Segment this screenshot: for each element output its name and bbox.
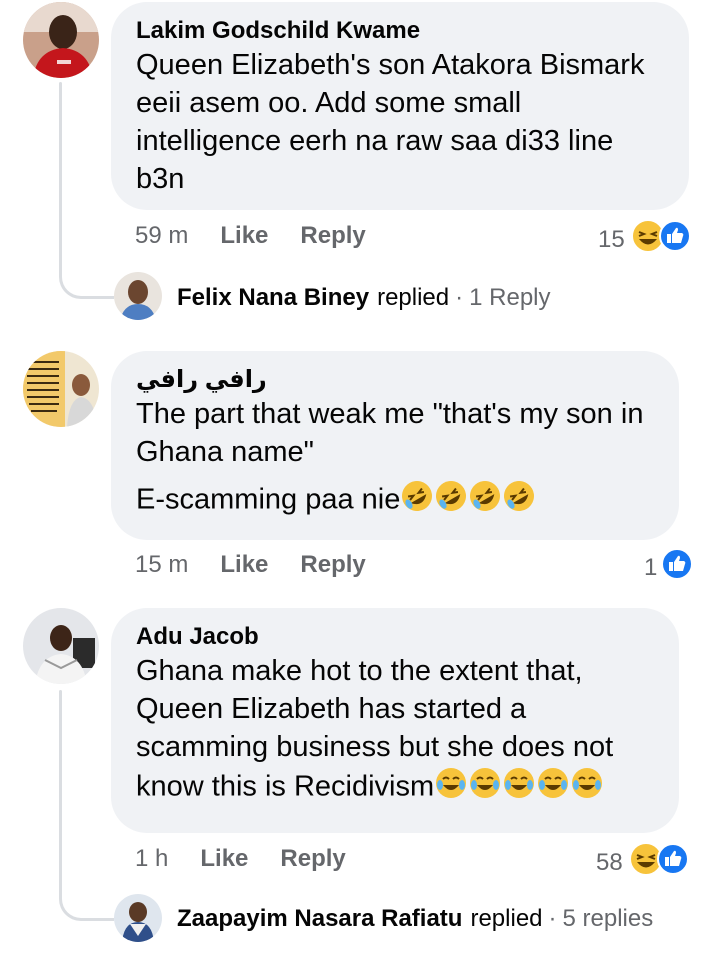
comment-actions: 1 h Like Reply (135, 845, 346, 873)
separator: · (548, 905, 557, 932)
like-button[interactable]: Like (220, 551, 268, 579)
comment-author[interactable]: رافي رافي (136, 365, 653, 395)
comment-bubble: رافي رافي The part that weak me "that's … (111, 351, 679, 540)
reply-button[interactable]: Reply (300, 222, 365, 250)
comment-text: The part that weak me "that's my son in … (136, 395, 653, 523)
avatar[interactable] (23, 351, 99, 427)
reaction-summary[interactable]: 58 (596, 842, 689, 883)
like-icon (658, 220, 691, 259)
like-button[interactable]: Like (220, 222, 268, 250)
reply-button[interactable]: Reply (300, 551, 365, 579)
comment-actions: 15 m Like Reply (135, 551, 366, 579)
comment-text-line: E-scamming paa nie (136, 483, 401, 516)
reply-avatar[interactable] (114, 894, 162, 942)
joy-emoji (536, 766, 570, 810)
reaction-count: 1 (644, 553, 658, 581)
reply-button[interactable]: Reply (280, 845, 345, 873)
timestamp[interactable]: 1 h (135, 845, 168, 873)
avatar[interactable] (23, 608, 99, 684)
view-replies-link[interactable]: Felix Nana Biney replied · 1 Reply (177, 284, 551, 312)
reaction-count: 15 (598, 225, 625, 253)
reaction-count: 58 (596, 848, 623, 876)
like-icon (661, 548, 694, 587)
like-icon (656, 843, 689, 882)
separator: · (455, 284, 464, 311)
reaction-summary[interactable]: 15 (598, 219, 691, 260)
comment-actions: 59 m Like Reply (135, 222, 366, 250)
comment-author[interactable]: Lakim Godschild Kwame (136, 16, 663, 46)
reply-count: 1 Reply (469, 284, 551, 311)
rofl-emoji (468, 479, 502, 523)
reply-connector (59, 240, 114, 299)
view-replies-link[interactable]: Zaapayim Nasara Rafiatu replied · 5 repl… (177, 905, 653, 933)
avatar[interactable] (23, 2, 99, 78)
reaction-summary[interactable]: 1 (644, 548, 694, 587)
joy-emoji (468, 766, 502, 810)
joy-emoji (502, 766, 536, 810)
replied-label: replied (470, 905, 543, 932)
thread-line (59, 82, 62, 252)
comment-bubble: Adu Jacob Ghana make hot to the extent t… (111, 608, 679, 833)
comment-text-line: The part that weak me "that's my son in … (136, 398, 644, 468)
thread-line (59, 690, 62, 880)
rofl-emoji (502, 479, 536, 523)
rofl-emoji (434, 479, 468, 523)
joy-emoji (434, 766, 468, 810)
like-button[interactable]: Like (200, 845, 248, 873)
timestamp[interactable]: 59 m (135, 222, 188, 250)
replier-name: Felix Nana Biney (177, 284, 370, 311)
reply-avatar[interactable] (114, 272, 162, 320)
joy-emoji (570, 766, 604, 810)
timestamp[interactable]: 15 m (135, 551, 188, 579)
replier-name: Zaapayim Nasara Rafiatu (177, 905, 463, 932)
comment-author[interactable]: Adu Jacob (136, 622, 653, 652)
comment-text: Ghana make hot to the extent that, Queen… (136, 652, 653, 810)
comment-bubble: Lakim Godschild Kwame Queen Elizabeth's … (111, 2, 689, 210)
comment-text: Queen Elizabeth's son Atakora Bismark ee… (136, 49, 645, 195)
rofl-emoji (400, 479, 434, 523)
replied-label: replied (377, 284, 450, 311)
reply-connector (59, 868, 114, 921)
reply-count: 5 replies (562, 905, 654, 932)
